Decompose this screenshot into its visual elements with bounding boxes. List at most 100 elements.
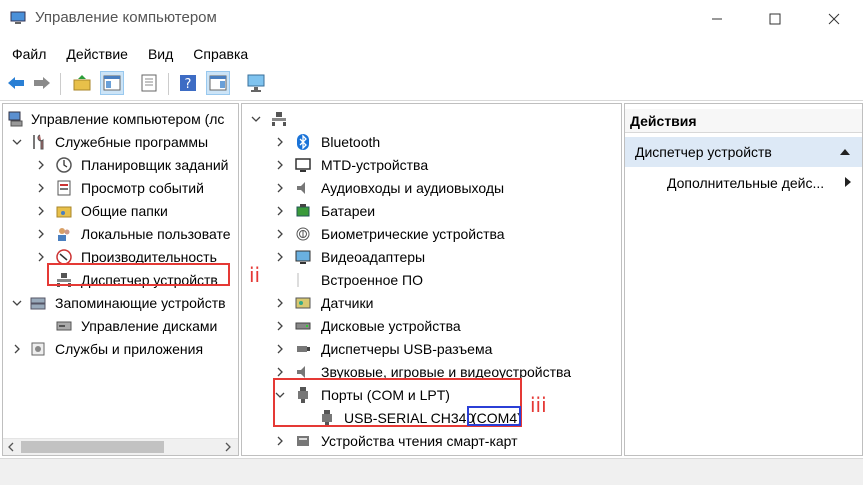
tree-disk-management[interactable]: Управление дисками [5, 315, 238, 337]
device-tree-pane: Bluetooth MTD-устройства Аудиовходы и ау… [241, 103, 622, 456]
action-pane-icon [209, 75, 227, 91]
chevron-right-icon [38, 160, 44, 170]
scroll-right-icon [225, 442, 231, 452]
menu-help[interactable]: Справка [181, 40, 248, 66]
forward-arrow-icon [34, 77, 50, 89]
tree-storage-label: Запоминающие устройств [55, 295, 226, 311]
help-icon: ? [180, 75, 196, 92]
event-log-icon [57, 180, 71, 196]
back-button[interactable] [4, 71, 28, 95]
chevron-right-icon [38, 252, 44, 262]
tree-storage[interactable]: Запоминающие устройств [5, 292, 238, 314]
device-category-label: Встроенное ПО [321, 272, 423, 288]
device-category-label: Дисковые устройства [321, 318, 461, 334]
actions-pane: Действия Диспетчер устройств Дополнитель… [624, 103, 863, 456]
actions-section-label: Диспетчер устройств [635, 144, 772, 160]
chevron-right-icon [38, 229, 44, 239]
device-category[interactable]: Встроенное ПО [242, 269, 621, 291]
up-folder-button[interactable] [70, 71, 94, 95]
mtd-device-icon [295, 158, 311, 172]
actions-header: Действия [625, 109, 862, 133]
annotation-iii: iii [530, 393, 547, 417]
tree-root[interactable]: Управление компьютером (лс [5, 108, 238, 130]
scan-hardware-button[interactable] [245, 71, 269, 95]
action-pane-button[interactable] [206, 71, 230, 95]
tree-item-label: Просмотр событий [81, 180, 204, 196]
minimize-icon [712, 18, 722, 20]
chevron-right-icon [14, 344, 20, 354]
tree-event-viewer[interactable]: Просмотр событий [5, 177, 238, 199]
forward-button[interactable] [30, 71, 54, 95]
device-category[interactable]: Устройства чтения смарт-карт [242, 430, 621, 452]
device-category[interactable]: Дисковые устройства [242, 315, 621, 337]
device-category[interactable]: Аудиовходы и аудиовыходы [242, 177, 621, 199]
device-category[interactable]: Видеоадаптеры [242, 246, 621, 268]
menu-file[interactable]: Файл [0, 40, 46, 66]
tree-local-users[interactable]: Локальные пользовате [5, 223, 238, 245]
chevron-right-icon [277, 137, 283, 147]
com-port-highlight [467, 406, 521, 426]
chevron-right-icon [277, 252, 283, 262]
chevron-down-icon [251, 116, 261, 122]
actions-section-device-manager[interactable]: Диспетчер устройств [625, 137, 862, 167]
maximize-button[interactable] [746, 0, 804, 38]
tree-system-tools-label: Служебные программы [55, 134, 209, 150]
console-tree-icon [103, 75, 121, 91]
minimize-button[interactable] [688, 0, 746, 38]
tree-shared-folders[interactable]: Общие папки [5, 200, 238, 222]
tree-system-tools[interactable]: Служебные программы [5, 131, 238, 153]
device-category-label: Диспетчеры USB-разъема [321, 341, 493, 357]
smart-card-reader-icon [297, 436, 309, 446]
device-root[interactable] [242, 108, 621, 130]
collapse-up-icon [840, 149, 850, 155]
tree-root-label: Управление компьютером (лс [31, 111, 225, 127]
shared-folder-icon [56, 206, 72, 218]
chevron-right-icon [277, 367, 283, 377]
device-manager-highlight [47, 263, 230, 286]
tree-item-label: Общие папки [81, 203, 168, 219]
computer-management-icon [10, 11, 26, 24]
device-category-label: Bluetooth [321, 134, 381, 150]
disk-management-icon [56, 321, 72, 331]
tree-services[interactable]: Службы и приложения [5, 338, 238, 360]
show-hide-tree-button[interactable] [100, 71, 124, 95]
menu-action[interactable]: Действие [54, 40, 128, 66]
properties-icon [141, 74, 157, 92]
bluetooth-icon [297, 134, 309, 150]
device-category[interactable]: MTD-устройства [242, 154, 621, 176]
chevron-down-icon [12, 139, 22, 145]
computer-icon [272, 112, 286, 126]
device-category-label: Аудиовходы и аудиовыходы [321, 180, 505, 196]
tree-item-label: Локальные пользовате [81, 226, 231, 242]
properties-button[interactable] [137, 71, 161, 95]
help-button[interactable]: ? [176, 71, 200, 95]
device-category[interactable]: Батареи [242, 200, 621, 222]
device-category[interactable]: Bluetooth [242, 131, 621, 153]
close-button[interactable] [805, 0, 863, 38]
device-category[interactable]: Датчики [242, 292, 621, 314]
chevron-right-icon [277, 229, 283, 239]
toolbar: ? [0, 67, 863, 101]
device-category-label: Батареи [321, 203, 376, 219]
submenu-arrow-icon [845, 177, 851, 187]
toolbar-separator [60, 73, 61, 95]
toolbar-separator [168, 73, 169, 95]
chevron-right-icon [277, 206, 283, 216]
tree-task-scheduler[interactable]: Планировщик заданий [5, 154, 238, 176]
status-bar [0, 458, 863, 485]
menu-view[interactable]: Вид [136, 40, 173, 66]
horizontal-scrollbar[interactable] [3, 438, 238, 455]
scrollbar-thumb[interactable] [21, 441, 164, 453]
chevron-right-icon [277, 321, 283, 331]
console-tree-pane: Управление компьютером (лс Служебные про… [2, 103, 239, 456]
scroll-left-icon [8, 442, 14, 452]
device-category[interactable]: Диспетчеры USB-разъема [242, 338, 621, 360]
tree-disk-management-label: Управление дисками [81, 318, 218, 334]
annotation-ii: ii [249, 263, 261, 287]
device-category[interactable]: Биометрические устройства [242, 223, 621, 245]
more-actions-item[interactable]: Дополнительные дейс... [667, 172, 824, 194]
firmware-icon [297, 273, 299, 287]
window-title: Управление компьютером [35, 9, 217, 26]
device-category-label: Биометрические устройства [321, 226, 505, 242]
computer-management-icon [8, 111, 23, 127]
